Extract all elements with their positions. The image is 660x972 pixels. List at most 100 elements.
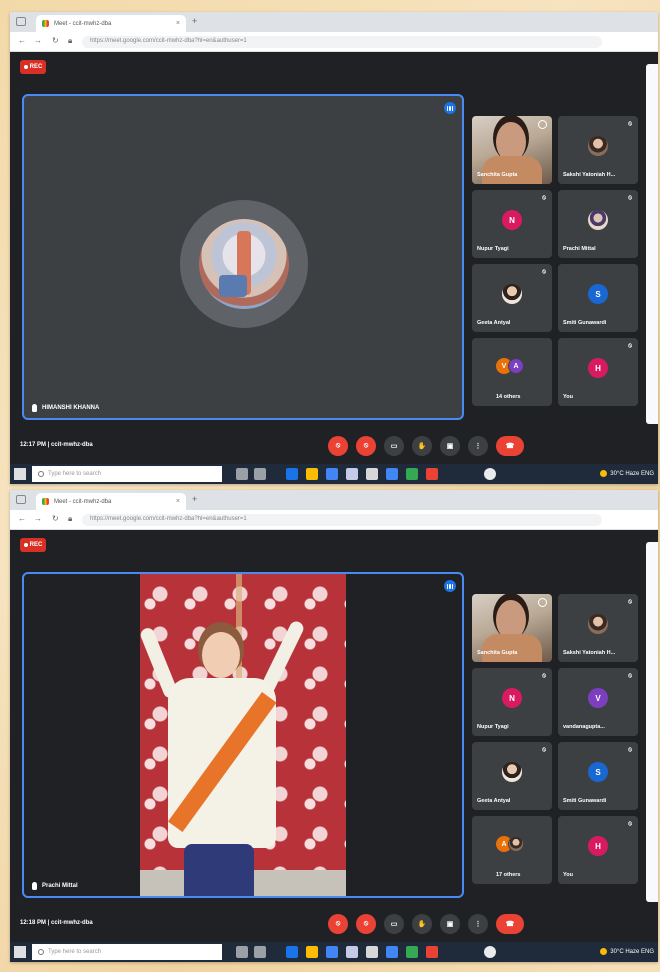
mic-off-button[interactable]: ⦸ [328, 914, 348, 934]
app-icon-4[interactable] [406, 468, 418, 480]
mail-icon[interactable] [326, 946, 338, 958]
new-tab-icon[interactable]: + [192, 16, 197, 26]
app-icon-3[interactable] [386, 468, 398, 480]
app-icon[interactable] [286, 468, 298, 480]
more-options-button[interactable]: ⋮ [468, 914, 488, 934]
widgets-icon[interactable] [254, 946, 266, 958]
tile-options-icon[interactable] [538, 120, 547, 129]
participant-name: Geeta Antyal [477, 320, 511, 326]
main-video-tile[interactable]: Prachi Mittal [22, 572, 464, 898]
search-icon [38, 949, 44, 955]
others-avatars: VA [496, 358, 528, 374]
others-count: 14 others [496, 394, 521, 400]
meeting-controls-bar: 12:18 PM | ccit-mwhz-dba ⦸ ⦸ ▭ ✋ ▣ ⋮ ☎ [10, 906, 658, 942]
close-tab-icon[interactable]: × [176, 20, 180, 27]
participant-tile[interactable]: ⦸ V vandanagupta... [558, 668, 638, 736]
participant-tile[interactable]: ⦸ Prachi Mittal [558, 190, 638, 258]
participant-tile[interactable]: S Smiti Gunawardi [558, 264, 638, 332]
app-icon-5[interactable] [426, 468, 438, 480]
task-view-icon[interactable] [236, 468, 248, 480]
speaking-indicator-icon [444, 580, 456, 592]
participant-name: You [563, 394, 573, 400]
more-options-button[interactable]: ⋮ [468, 436, 488, 456]
chrome-icon[interactable] [484, 946, 496, 958]
back-icon[interactable]: ← [18, 36, 26, 45]
mic-icon [32, 882, 37, 890]
participant-tile-self[interactable]: Sanchita Gupta [472, 116, 552, 184]
participant-tile-you[interactable]: ⦸ H You [558, 816, 638, 884]
windows-taskbar: Type here to search 30°C Haze ENG [10, 942, 658, 962]
browser-tab[interactable]: Meet - ccit-mwhz-dba × [36, 15, 186, 32]
captions-button[interactable]: ▭ [384, 914, 404, 934]
end-call-button[interactable]: ☎ [496, 436, 524, 456]
raise-hand-button[interactable]: ✋ [412, 436, 432, 456]
new-tab-icon[interactable]: + [192, 494, 197, 504]
participant-initial-avatar: H [588, 836, 608, 856]
store-icon[interactable] [346, 468, 358, 480]
app-icon-2[interactable] [366, 468, 378, 480]
participant-avatar [502, 284, 522, 304]
app-icon-5[interactable] [426, 946, 438, 958]
others-tile[interactable]: A 17 others [472, 816, 552, 884]
participant-tile-you[interactable]: ⦸ H You [558, 338, 638, 406]
others-tile[interactable]: VA 14 others [472, 338, 552, 406]
main-video-tile[interactable]: HIMANSHI KHANNA [22, 94, 464, 420]
file-explorer-icon[interactable] [306, 468, 318, 480]
start-icon[interactable] [14, 946, 26, 958]
participant-tile[interactable]: ⦸ Geeta Antyal [472, 264, 552, 332]
participant-avatar [588, 614, 608, 634]
task-view-icon[interactable] [236, 946, 248, 958]
taskbar-search-placeholder: Type here to search [48, 949, 102, 955]
speaker-avatar-photo [199, 219, 289, 309]
file-explorer-icon[interactable] [306, 946, 318, 958]
captions-button[interactable]: ▭ [384, 436, 404, 456]
chrome-icon[interactable] [484, 468, 496, 480]
participant-tile[interactable]: ⦸ S Smiti Gunawardi [558, 742, 638, 810]
close-tab-icon[interactable]: × [176, 498, 180, 505]
raise-hand-button[interactable]: ✋ [412, 914, 432, 934]
tray-text: 30°C Haze ENG [610, 470, 654, 477]
present-button[interactable]: ▣ [440, 914, 460, 934]
participant-tile[interactable]: ⦸ Sakshi Yatoniah H... [558, 594, 638, 662]
participant-name: Geeta Antyal [477, 798, 511, 804]
taskbar-search[interactable]: Type here to search [32, 466, 222, 482]
camera-off-button[interactable]: ⦸ [356, 914, 376, 934]
browser-tab-bar: Meet - ccit-mwhz-dba × + [10, 490, 658, 510]
taskbar-search[interactable]: Type here to search [32, 944, 222, 960]
widgets-icon[interactable] [254, 468, 266, 480]
participant-name: Smiti Gunawardi [563, 798, 607, 804]
mail-icon[interactable] [326, 468, 338, 480]
participant-tile-self[interactable]: Sanchita Gupta [472, 594, 552, 662]
mic-off-button[interactable]: ⦸ [328, 436, 348, 456]
muted-icon: ⦸ [628, 821, 632, 827]
app-icon-2[interactable] [366, 946, 378, 958]
reload-icon[interactable]: ↻ [52, 514, 59, 523]
window-menu-icon[interactable] [16, 17, 26, 26]
app-icon[interactable] [286, 946, 298, 958]
taskbar-search-placeholder: Type here to search [48, 471, 102, 477]
forward-icon[interactable]: → [34, 514, 42, 523]
window-menu-icon[interactable] [16, 495, 26, 504]
participant-name: Sanchita Gupta [477, 650, 518, 656]
meet-area: REC HIMANSHI KHANNA Sanchita Gupta ⦸ Sak… [10, 52, 658, 464]
url-field[interactable]: https://meet.google.com/ccit-mwhz-dba?hl… [82, 514, 602, 526]
app-icon-3[interactable] [386, 946, 398, 958]
forward-icon[interactable]: → [34, 36, 42, 45]
back-icon[interactable]: ← [18, 514, 26, 523]
end-call-button[interactable]: ☎ [496, 914, 524, 934]
present-button[interactable]: ▣ [440, 436, 460, 456]
participant-tile[interactable]: ⦸ N Nupur Tyagi [472, 190, 552, 258]
url-field[interactable]: https://meet.google.com/ccit-mwhz-dba?hl… [82, 36, 602, 48]
participant-tile[interactable]: ⦸ Sakshi Yatoniah H... [558, 116, 638, 184]
speaker-avatar [180, 200, 308, 328]
participant-tile[interactable]: ⦸ N Nupur Tyagi [472, 668, 552, 736]
reload-icon[interactable]: ↻ [52, 36, 59, 45]
browser-tab[interactable]: Meet - ccit-mwhz-dba × [36, 493, 186, 510]
participant-tile[interactable]: ⦸ Geeta Antyal [472, 742, 552, 810]
store-icon[interactable] [346, 946, 358, 958]
participant-avatar [502, 762, 522, 782]
tile-options-icon[interactable] [538, 598, 547, 607]
start-icon[interactable] [14, 468, 26, 480]
app-icon-4[interactable] [406, 946, 418, 958]
camera-off-button[interactable]: ⦸ [356, 436, 376, 456]
